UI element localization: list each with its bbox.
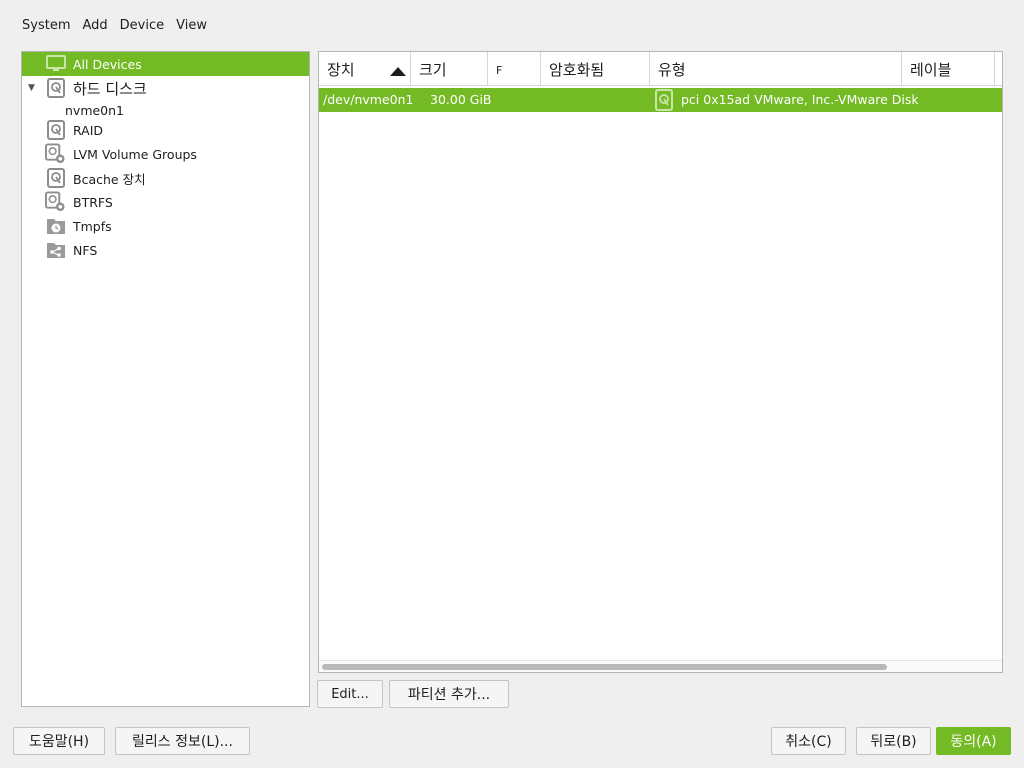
column-label: 크기 — [419, 60, 447, 79]
cell-type: pci 0x15ad VMware, Inc.-VMware Disk — [681, 92, 919, 107]
bcache-icon — [45, 168, 66, 189]
table-header: 장치 크기 F 암호화됨 유형 레이블 — [319, 52, 1002, 86]
column-device[interactable]: 장치 — [319, 52, 411, 86]
tree-item-label: All Devices — [73, 56, 142, 72]
lvm-icon — [45, 143, 66, 165]
btrfs-icon — [45, 191, 66, 213]
tree-item-label: Tmpfs — [73, 218, 112, 234]
tmpfs-icon — [45, 216, 66, 237]
hard-disk-icon — [45, 78, 66, 99]
table-row[interactable]: /dev/nvme0n1 30.00 GiB pci 0x15ad VMware… — [319, 88, 1002, 112]
column-encrypted[interactable]: 암호화됨 — [541, 52, 650, 86]
back-button[interactable]: 뒤로(B) — [856, 727, 931, 755]
hard-disk-icon — [655, 89, 673, 113]
column-label-header[interactable]: 레이블 — [902, 52, 995, 86]
nfs-share-icon — [45, 240, 66, 261]
column-size[interactable]: 크기 — [411, 52, 488, 86]
cell-size: 30.00 GiB — [430, 92, 492, 107]
tree-item-raid[interactable]: RAID — [22, 118, 309, 142]
column-label: 암호화됨 — [549, 60, 605, 79]
tree-item-nfs[interactable]: NFS — [22, 238, 309, 262]
tree-item-hard-disks[interactable]: ▼ 하드 디스크 — [22, 76, 309, 100]
menu-add[interactable]: Add — [76, 15, 113, 37]
column-label: 레이블 — [910, 60, 952, 79]
scrollbar-thumb[interactable] — [322, 664, 887, 670]
help-button[interactable]: 도움말(H) — [13, 727, 105, 755]
horizontal-scrollbar[interactable] — [319, 660, 1002, 672]
tree-item-label: BTRFS — [73, 194, 113, 210]
tree-item-label: LVM Volume Groups — [73, 146, 197, 162]
tree-item-all-devices[interactable]: All Devices — [22, 52, 309, 76]
tree-item-label: nvme0n1 — [65, 102, 125, 118]
column-label: 유형 — [658, 60, 686, 79]
expand-arrow-icon[interactable]: ▼ — [28, 83, 35, 93]
column-label: 장치 — [327, 60, 355, 79]
menu-view[interactable]: View — [170, 15, 213, 37]
tree-item-label: RAID — [73, 122, 104, 138]
column-label: F — [496, 64, 503, 77]
menu-bar: System Add Device View — [16, 15, 213, 37]
column-f[interactable]: F — [488, 52, 541, 86]
tree-item-tmpfs[interactable]: Tmpfs — [22, 214, 309, 238]
tree-item-lvm[interactable]: LVM Volume Groups — [22, 142, 309, 166]
column-type[interactable]: 유형 — [650, 52, 902, 86]
device-tree: All Devices ▼ 하드 디스크 nvme0n1 RAID LVM Vo… — [21, 51, 310, 707]
device-table: 장치 크기 F 암호화됨 유형 레이블 /dev/nvme0n1 30.00 G… — [318, 51, 1003, 673]
edit-button[interactable]: Edit... — [317, 680, 383, 708]
tree-item-label: 하드 디스크 — [73, 79, 147, 98]
release-notes-button[interactable]: 릴리스 정보(L)... — [115, 727, 250, 755]
menu-device[interactable]: Device — [114, 15, 170, 37]
sort-ascending-icon — [390, 67, 406, 76]
raid-icon — [45, 120, 66, 141]
tree-item-label: Bcache 장치 — [73, 171, 146, 187]
monitor-icon — [45, 54, 66, 75]
accept-button[interactable]: 동의(A) — [936, 727, 1011, 755]
cell-device: /dev/nvme0n1 — [323, 92, 414, 107]
tree-item-bcache[interactable]: Bcache 장치 — [22, 166, 309, 190]
tree-item-btrfs[interactable]: BTRFS — [22, 190, 309, 214]
add-partition-button[interactable]: 파티션 추가... — [389, 680, 509, 708]
tree-item-label: NFS — [73, 242, 98, 258]
menu-system[interactable]: System — [16, 15, 76, 37]
cancel-button[interactable]: 취소(C) — [771, 727, 846, 755]
